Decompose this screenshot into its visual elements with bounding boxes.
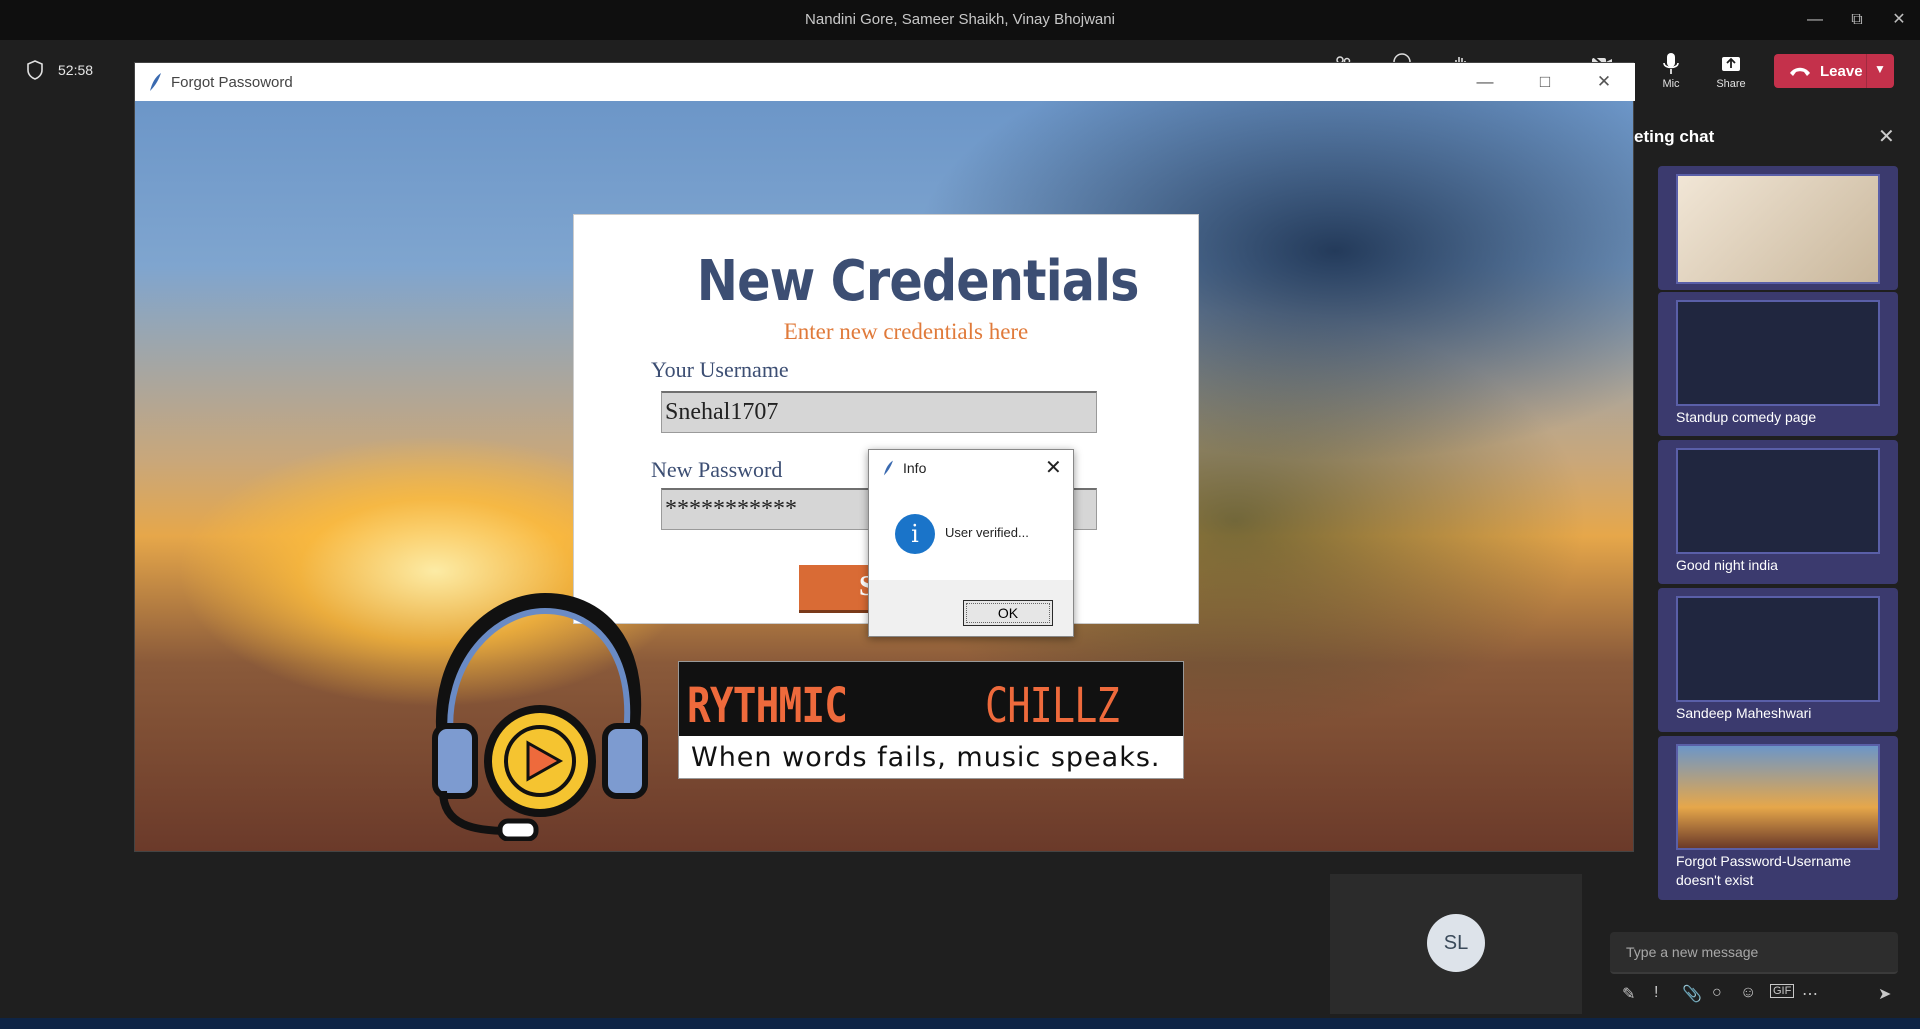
ok-button[interactable]: OK [963, 600, 1053, 626]
meeting-timer: 52:58 [58, 62, 94, 78]
taskbar [0, 1018, 1920, 1029]
feather-icon [883, 460, 893, 476]
loop-icon[interactable]: ○ [1712, 984, 1722, 1002]
brand-name-right: CHILLZ [985, 678, 1120, 734]
leave-separator [1866, 54, 1867, 88]
page-heading: New Credentials [696, 249, 1140, 314]
username-label: Your Username [651, 357, 789, 382]
screenshot-thumbnail[interactable] [1676, 448, 1880, 554]
headphones-logo-icon [432, 592, 648, 841]
attach-icon[interactable]: 📎 [1682, 984, 1702, 1004]
close-icon[interactable]: ✕ [1045, 455, 1062, 480]
chat-message-image[interactable]: Good night india [1658, 440, 1898, 584]
feather-icon [150, 73, 161, 91]
meeting-chat-panel: eting chat ✕ Standup comedy page Good ni… [1590, 104, 1920, 1029]
phone-hangup-icon [1790, 67, 1810, 76]
avatar: SL [1427, 914, 1485, 972]
teams-title-bar: Nandini Gore, Sameer Shaikh, Vinay Bhojw… [0, 0, 1920, 40]
password-label: New Password [651, 457, 783, 482]
send-icon[interactable]: ➤ [1878, 984, 1891, 1004]
shield-icon [27, 60, 43, 80]
share-button[interactable]: Share [1708, 50, 1754, 90]
more-options-icon[interactable]: ⋯ [1802, 984, 1818, 1004]
mic-icon [1663, 53, 1679, 74]
emoji-icon[interactable]: ☺ [1740, 984, 1756, 1002]
share-label: Share [1716, 78, 1746, 90]
close-icon[interactable]: ✕ [1884, 8, 1914, 32]
chat-message-image[interactable]: Sandeep Maheshwari [1658, 588, 1898, 732]
minimize-icon[interactable]: — [1800, 8, 1830, 32]
page-subheading: Enter new credentials here [783, 319, 1029, 344]
important-icon[interactable]: ! [1654, 984, 1658, 1002]
restore-icon[interactable]: ⧉ [1842, 8, 1872, 32]
mic-label: Mic [1662, 78, 1680, 90]
window-title: Nandini Gore, Sameer Shaikh, Vinay Bhojw… [805, 11, 1115, 28]
username-field[interactable]: Snehal1707 [661, 391, 1097, 433]
dialog-message: User verified... [945, 525, 1029, 540]
leave-button[interactable]: Leave ▼ [1774, 54, 1894, 88]
screenshot-thumbnail[interactable] [1676, 300, 1880, 406]
chat-caption: Forgot Password-Username doesn't exist [1676, 853, 1852, 888]
brand-name-left: RYTHMIC [687, 678, 848, 734]
chat-message-image[interactable]: Standup comedy page [1658, 292, 1898, 436]
mic-button[interactable]: Mic [1648, 50, 1694, 90]
format-icon[interactable]: ✎ [1622, 984, 1635, 1004]
dialog-body: i User verified... [869, 484, 1073, 580]
compose-placeholder: Type a new message [1626, 944, 1759, 960]
info-icon: i [895, 514, 935, 554]
chat-caption: Sandeep Maheshwari [1676, 705, 1812, 721]
app-window-title: Forgot Passoword [171, 74, 293, 91]
chat-message-image[interactable] [1658, 166, 1898, 290]
info-dialog: Info ✕ i User verified... OK [868, 449, 1074, 637]
chat-title: eting chat [1634, 127, 1715, 146]
screenshot-thumbnail[interactable] [1676, 596, 1880, 702]
share-icon [1722, 57, 1740, 71]
leave-label: Leave [1820, 63, 1863, 80]
close-icon[interactable]: ✕ [1584, 69, 1624, 95]
participant-tile[interactable]: SL [1330, 874, 1582, 1014]
message-compose-box[interactable]: Type a new message [1610, 932, 1898, 974]
dialog-title-bar: Info ✕ [869, 450, 1073, 484]
maximize-icon[interactable]: □ [1525, 69, 1565, 95]
screenshot-thumbnail[interactable] [1676, 744, 1880, 850]
brand-tagline: When words fails, music speaks. [691, 742, 1161, 773]
brand-banner: RYTHMIC CHILLZ When words fails, music s… [678, 661, 1184, 779]
brand-top: RYTHMIC CHILLZ [679, 662, 1183, 736]
screenshot-thumbnail[interactable] [1676, 174, 1880, 284]
chat-caption: Standup comedy page [1676, 409, 1817, 425]
close-chat-icon[interactable]: ✕ [1878, 124, 1895, 149]
app-title-bar: Forgot Passoword — □ ✕ [135, 63, 1635, 101]
chat-caption: Good night india [1676, 557, 1778, 573]
dialog-title: Info [903, 460, 927, 476]
gif-icon[interactable]: GIF [1770, 984, 1795, 998]
minimize-icon[interactable]: — [1465, 69, 1505, 95]
chevron-down-icon[interactable]: ▼ [1874, 62, 1886, 76]
chat-message-image[interactable]: Forgot Password-Username doesn't exist [1658, 736, 1898, 900]
